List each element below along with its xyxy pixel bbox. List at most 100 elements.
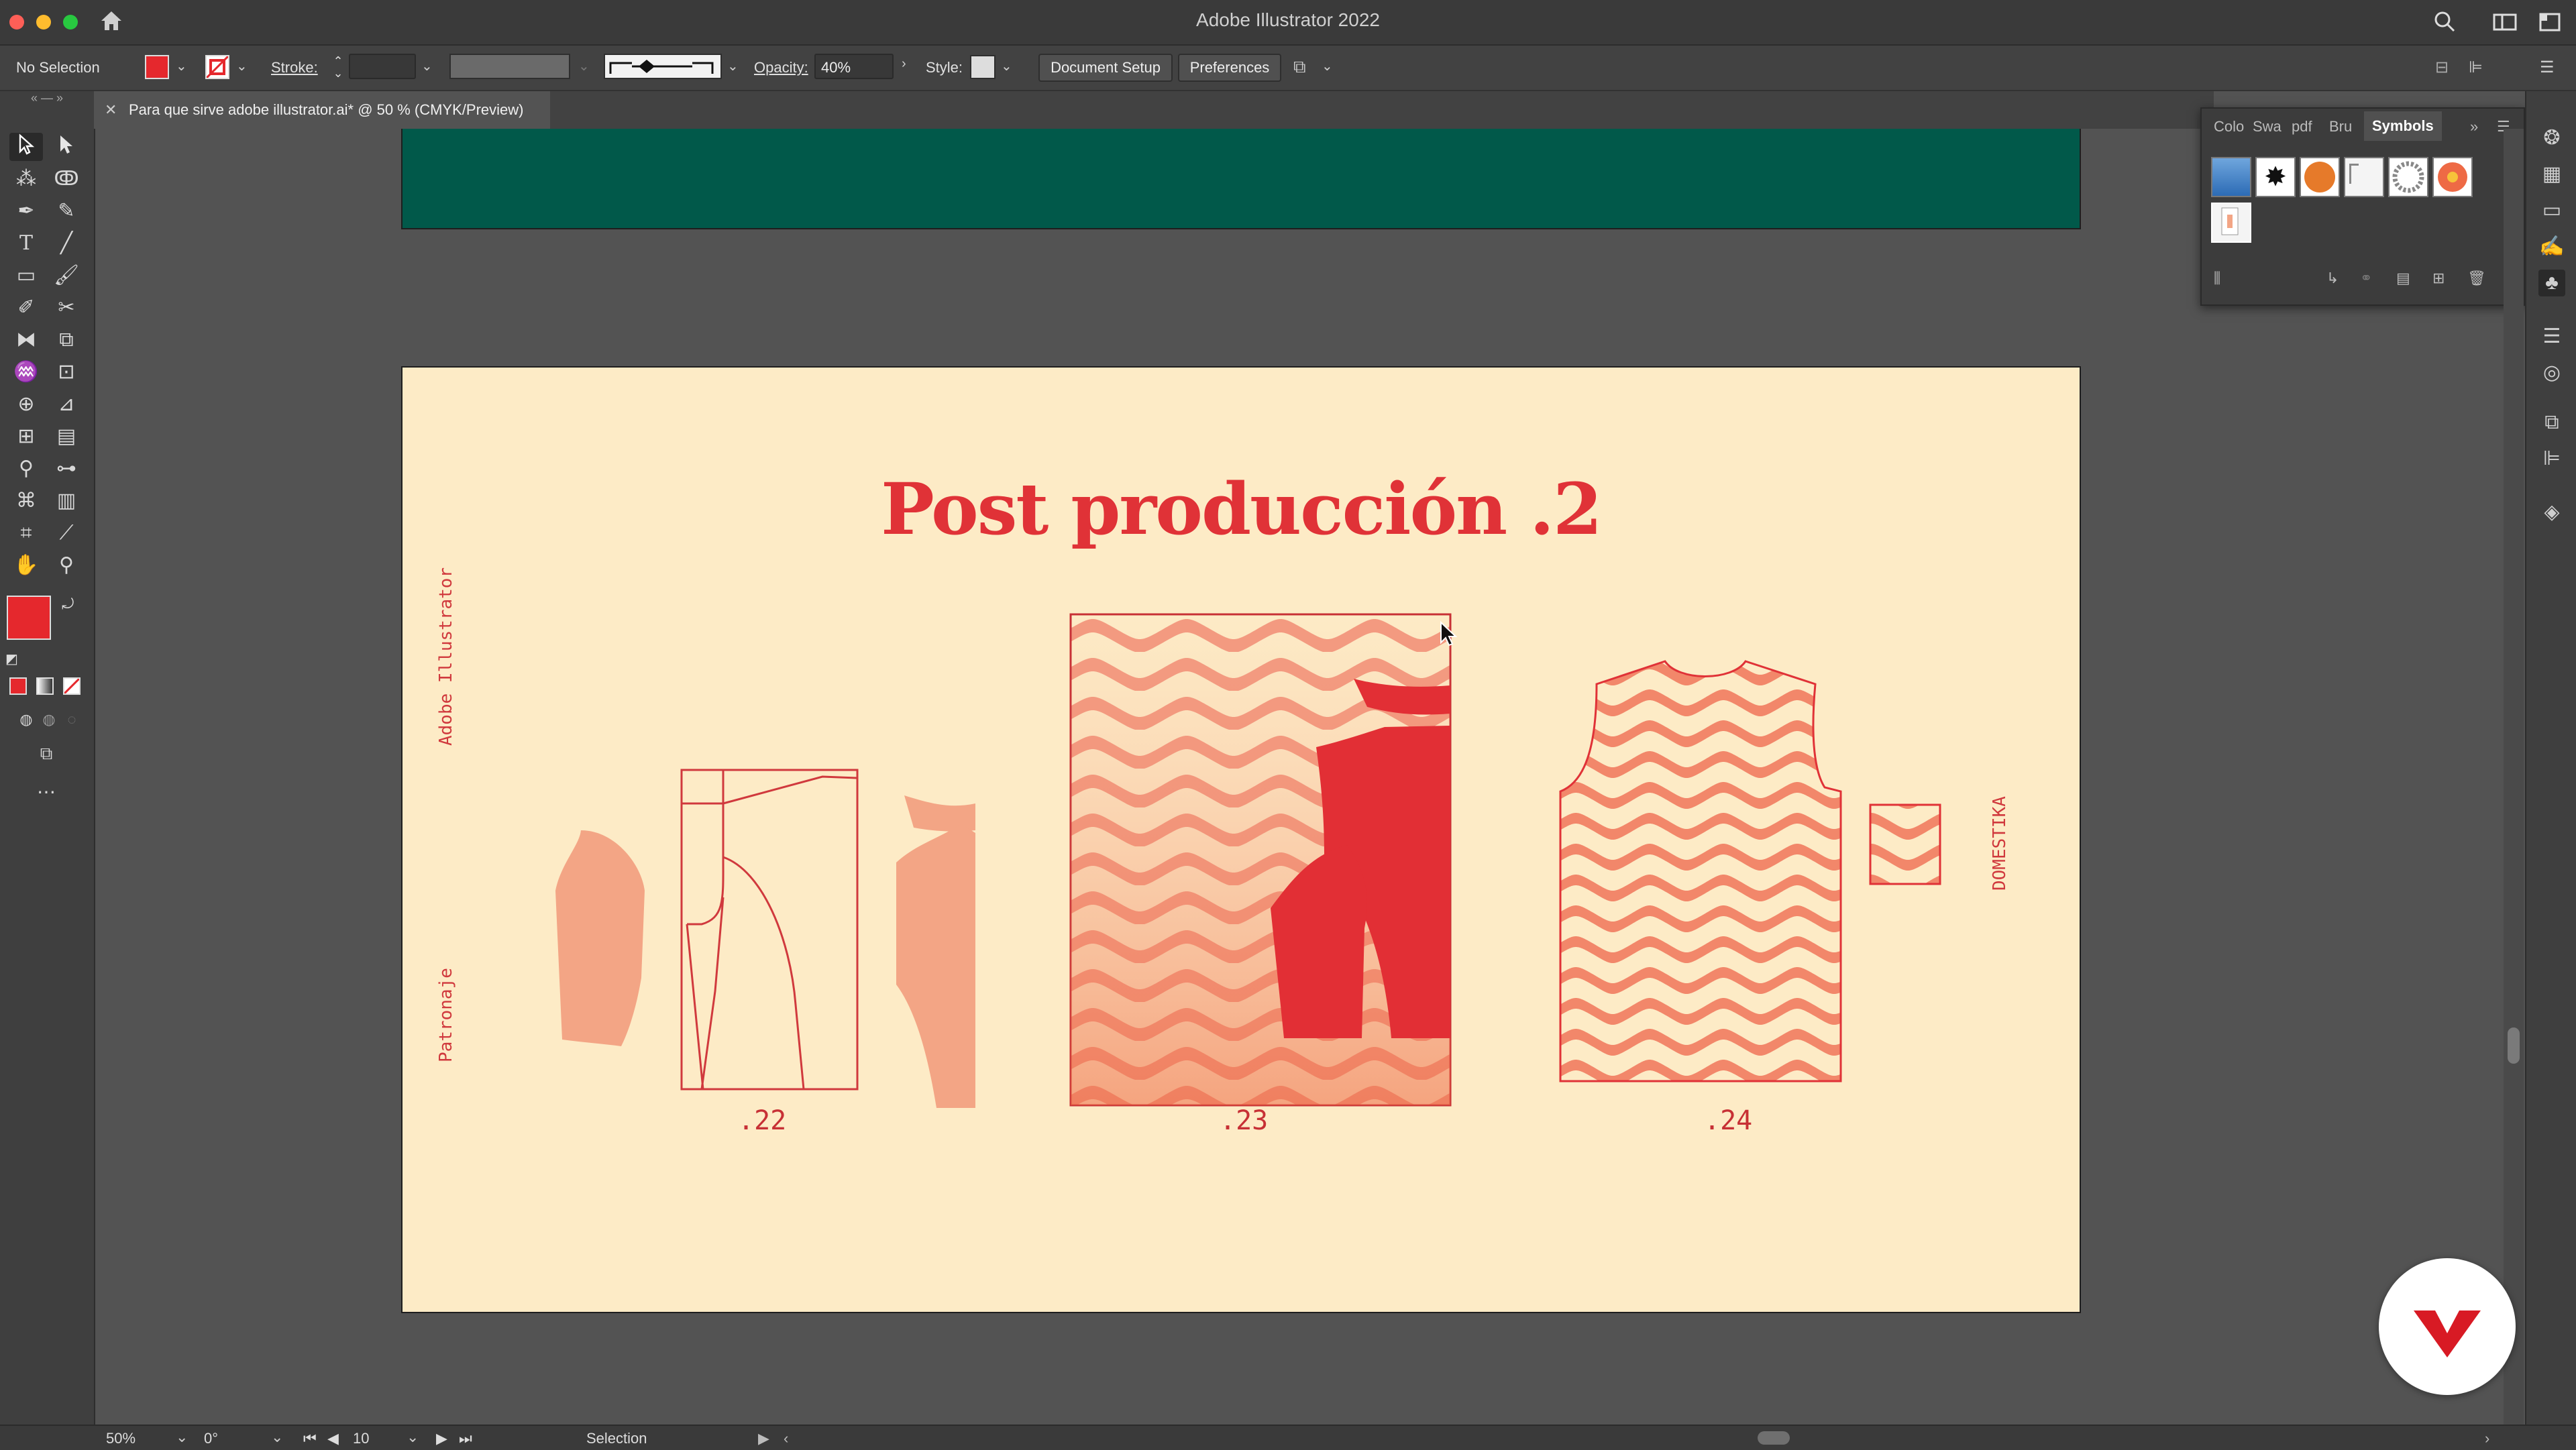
shaper-tool-icon[interactable]: ✐ <box>9 294 43 322</box>
screen-mode-icon[interactable]: ⧉ <box>30 739 63 767</box>
stroke-panel-icon[interactable]: ☰ <box>2538 323 2565 350</box>
selection-tool-icon[interactable] <box>9 133 43 161</box>
perspective-grid-tool-icon[interactable]: ⊿ <box>50 390 83 419</box>
symbol-orange-sphere[interactable] <box>2300 157 2340 197</box>
control-bar-menu-icon[interactable]: ☰ <box>2540 58 2555 77</box>
slice-tool-icon[interactable]: ⟋ <box>50 519 83 547</box>
document-tab[interactable]: ✕ Para que sirve adobe illustrator.ai* @… <box>94 91 550 129</box>
align-panel-icon[interactable]: ⊫ <box>2538 445 2565 472</box>
zoom-tool-icon[interactable]: ⚲ <box>50 551 83 579</box>
blend-tool-icon[interactable]: ⊶ <box>50 455 83 483</box>
symbol-sprayer-tool-icon[interactable]: ⌘ <box>9 487 43 515</box>
place-symbol-instance-icon[interactable]: ↳ <box>2326 270 2339 287</box>
symbol-options-icon[interactable]: ▤ <box>2396 270 2410 287</box>
new-symbol-icon[interactable]: ⊞ <box>2432 270 2445 287</box>
artboard[interactable]: Post producción .2 Adobe Illustrator Pat… <box>401 366 2081 1313</box>
mesh-tool-icon[interactable]: ⊞ <box>9 423 43 451</box>
previous-artboard-icon[interactable]: ◀ <box>327 1430 339 1447</box>
rotation-chevron-icon[interactable]: ⌄ <box>271 1429 283 1446</box>
none-mode-icon[interactable] <box>63 677 80 695</box>
vertical-scroll-thumb[interactable] <box>2508 1027 2520 1064</box>
scale-tool-icon[interactable]: ⧉ <box>50 326 83 354</box>
first-artboard-icon[interactable]: ⏮ <box>303 1430 317 1447</box>
document-setup-button[interactable]: Document Setup <box>1038 54 1173 82</box>
artboard-chevron-icon[interactable]: ⌄ <box>407 1429 419 1446</box>
line-segment-tool-icon[interactable]: ╱ <box>50 229 83 258</box>
symbol-ring[interactable] <box>2388 157 2428 197</box>
reflect-tool-icon[interactable]: ⧓ <box>9 326 43 354</box>
panel-tab-brushes[interactable]: Bru <box>2329 118 2352 135</box>
artboard-number-field[interactable]: 10 <box>353 1430 393 1447</box>
style-chevron-icon[interactable]: ⌄ <box>1001 58 1012 74</box>
vertical-scrollbar[interactable] <box>2504 129 2524 1425</box>
stroke-none-swatch[interactable] <box>205 55 229 79</box>
hand-tool-icon[interactable]: ✋ <box>9 551 43 579</box>
zoom-chevron-icon[interactable]: ⌄ <box>176 1429 188 1446</box>
layers-icon[interactable]: ◈ <box>2538 499 2565 526</box>
free-transform-tool-icon[interactable]: ⊡ <box>50 358 83 386</box>
arrange-chevron-icon[interactable]: ⌄ <box>1322 58 1333 74</box>
brush-definition[interactable] <box>604 54 722 79</box>
brush-chevron-icon[interactable]: ⌄ <box>727 58 739 74</box>
fill-color-swatch[interactable] <box>145 55 169 79</box>
opacity-label[interactable]: Opacity: <box>754 59 808 76</box>
symbol-flower[interactable] <box>2432 157 2473 197</box>
symbol-page[interactable] <box>2211 203 2251 243</box>
panel-tab-color[interactable]: Colo <box>2214 118 2244 135</box>
next-artboard-icon[interactable]: ▶ <box>436 1430 447 1447</box>
edit-toolbar-icon[interactable]: ⋯ <box>30 778 63 806</box>
close-tab-icon[interactable]: ✕ <box>105 91 117 129</box>
symbol-document[interactable] <box>2344 157 2384 197</box>
draw-inside-icon[interactable]: ◌ <box>55 706 89 734</box>
artboard-tool-icon[interactable]: ⌗ <box>9 519 43 547</box>
graphic-style-swatch[interactable] <box>970 55 996 79</box>
opacity-chevron-icon[interactable]: › <box>902 56 906 72</box>
shape-builder-tool-icon[interactable]: ⊕ <box>9 390 43 419</box>
gradient-tool-icon[interactable]: ▤ <box>50 423 83 451</box>
workspace-switcher-icon[interactable] <box>2493 12 2520 32</box>
swap-fill-stroke-icon[interactable]: ⤾ <box>62 596 74 613</box>
gradient-mode-icon[interactable] <box>36 677 54 695</box>
status-menu-icon[interactable]: ▶ <box>758 1430 769 1447</box>
horizontal-scroll-thumb[interactable] <box>1758 1431 1790 1445</box>
rotation-field[interactable]: 0° <box>204 1430 258 1447</box>
swatches-icon[interactable]: ▦ <box>2538 161 2565 188</box>
fill-color-box[interactable] <box>7 596 51 640</box>
stroke-weight-input[interactable] <box>349 54 416 79</box>
align-icon[interactable]: ⊟ <box>2435 58 2449 77</box>
zoom-level-field[interactable]: 50% <box>106 1430 186 1447</box>
arrange-icon[interactable]: ⧉ <box>1293 56 1316 79</box>
stroke-weight-stepper[interactable]: ⌃ ⌄ <box>330 55 346 80</box>
color-guide-icon[interactable]: ❂ <box>2538 125 2565 152</box>
break-link-icon[interactable]: ⚭ <box>2360 270 2372 287</box>
transform-icon[interactable]: ⊫ <box>2469 58 2483 77</box>
warp-tool-icon[interactable]: ♒ <box>9 358 43 386</box>
default-fill-stroke-icon[interactable]: ◩ <box>5 651 18 667</box>
transform-panel-icon[interactable]: ⧉ <box>2538 409 2565 436</box>
magic-wand-tool-icon[interactable]: ⁂ <box>9 165 43 193</box>
panel-expand-icon[interactable]: » <box>2470 118 2478 135</box>
arrange-documents-icon[interactable] <box>2538 11 2565 34</box>
pdf-panel-icon[interactable]: ▭ <box>2538 197 2565 224</box>
curvature-tool-icon[interactable]: ✎ <box>50 197 83 225</box>
profile-chevron-icon[interactable]: ⌄ <box>578 58 590 74</box>
pen-tool-icon[interactable]: ✒ <box>9 197 43 225</box>
eyedropper-tool-icon[interactable]: ⚲ <box>9 455 43 483</box>
stroke-label[interactable]: Stroke: <box>271 59 318 76</box>
symbol-libraries-icon[interactable]: ⫼ <box>2214 270 2220 287</box>
variable-width-profile[interactable] <box>449 54 570 79</box>
search-icon[interactable] <box>2432 9 2459 36</box>
symbol-black-splatter[interactable]: ✸ <box>2255 157 2296 197</box>
toolbar-collapse-icon[interactable]: « — » <box>0 91 94 107</box>
direct-selection-tool-icon[interactable] <box>50 133 83 161</box>
scroll-right-icon[interactable]: › <box>2485 1430 2489 1447</box>
appearance-icon[interactable]: ◎ <box>2538 359 2565 386</box>
last-artboard-icon[interactable]: ⏭ <box>459 1430 472 1447</box>
paintbrush-tool-icon[interactable]: 🖌 <box>50 262 83 290</box>
scissors-tool-icon[interactable]: ✂ <box>50 294 83 322</box>
stroke-weight-chevron-icon[interactable]: ⌄ <box>421 58 433 74</box>
symbols-icon[interactable]: ♣ <box>2538 270 2565 296</box>
brushes-icon[interactable]: ✍ <box>2538 233 2565 260</box>
rectangle-tool-icon[interactable]: ▭ <box>9 262 43 290</box>
symbol-blue-gradient[interactable] <box>2211 157 2251 197</box>
